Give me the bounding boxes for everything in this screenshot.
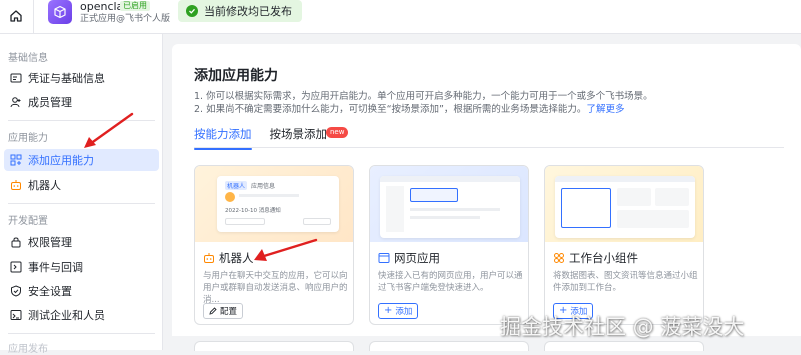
sidebar-group-basic: 基础信息: [8, 53, 48, 64]
publish-status-text: 当前修改均已发布: [204, 5, 292, 18]
preview-line: [239, 194, 299, 197]
preview-sidebar: [386, 186, 404, 232]
widget-preview: [545, 166, 703, 242]
sidebar-group-release: 应用发布: [8, 344, 48, 355]
publish-status-toast: 当前修改均已发布: [178, 0, 302, 22]
sidebar-item-security[interactable]: 安全设置: [4, 280, 159, 302]
annotation-arrow-card: [254, 238, 318, 261]
grid-add-icon: [10, 154, 22, 166]
top-bar: openclaw 已启用 正式应用@飞书个人版 当前修改均已发布: [0, 0, 801, 34]
preview-widget: [561, 188, 611, 228]
sidebar-item-label: 凭证与基础信息: [28, 72, 105, 85]
sidebar-item-label: 机器人: [28, 179, 61, 192]
sidebar-item-label: 测试企业和人员: [28, 309, 105, 322]
webpage-preview: [370, 166, 528, 242]
preview-tile: [617, 210, 689, 228]
capability-card-widget[interactable]: 工作台小组件 将数据图表、图文资讯等信息通过小组件添加到工作台。 + 添加: [544, 165, 704, 325]
widget-icon: [553, 252, 565, 264]
preview-input: [225, 218, 265, 225]
member-icon: [10, 96, 22, 108]
capability-name: 工作台小组件: [569, 251, 638, 265]
robot-icon: [203, 252, 215, 264]
preview-window: [555, 176, 695, 238]
event-icon: [10, 261, 22, 273]
sidebar-item-events[interactable]: 事件与回调: [4, 256, 159, 278]
top-divider: [33, 0, 34, 34]
test-icon: [10, 309, 22, 321]
sidebar-item-permissions[interactable]: 权限管理: [4, 231, 159, 253]
robot-preview: 机器人 应用信息 2022-10-10 消息通知: [195, 166, 353, 242]
watermark: 掘金技术社区 @ 菠菜没大: [500, 315, 745, 339]
app-status-badge: 已启用: [120, 1, 150, 11]
preview-tile: [655, 188, 689, 206]
lock-icon: [10, 236, 22, 248]
app-logo: [48, 0, 72, 24]
home-icon: [10, 10, 22, 22]
tabs-underline: [194, 147, 784, 148]
preview-tile: [617, 188, 651, 206]
preview-tag: 机器人: [225, 181, 248, 190]
sidebar-item-robot[interactable]: 机器人: [4, 174, 159, 196]
add-webpage-button[interactable]: + 添加: [378, 303, 419, 319]
sidebar-item-label: 权限管理: [28, 236, 72, 249]
plus-icon: +: [384, 305, 393, 316]
sidebar-item-add-capability[interactable]: 添加应用能力: [4, 149, 159, 171]
capability-description: 快速接入已有的网页应用，用户可以通过飞书客户端免登快速进入。: [378, 271, 523, 293]
home-button[interactable]: [6, 6, 26, 26]
preview-line: [410, 216, 480, 219]
sidebar: 基础信息 凭证与基础信息 成员管理 应用能力 添加应用能力 机器人 开发配置 权…: [0, 34, 163, 355]
preview-titlebar: [380, 176, 520, 182]
sidebar-item-label: 安全设置: [28, 285, 72, 298]
help-note-1: 1. 你可以根据实际需求，为应用开启能力。单个应用可开启多种能力，一个能力可用于…: [194, 91, 653, 102]
check-circle-icon: [186, 5, 198, 17]
configure-button[interactable]: 配置: [203, 303, 244, 319]
sidebar-item-label: 成员管理: [28, 96, 72, 109]
capability-name: 网页应用: [394, 251, 440, 265]
id-card-icon: [10, 72, 22, 84]
sidebar-item-credentials[interactable]: 凭证与基础信息: [4, 67, 159, 89]
help-note-2: 2. 如果尚不确定需要添加什么能力，可切换至“按场景添加”，根据所需的业务场景选…: [194, 101, 624, 115]
app-description: 正式应用@飞书个人版: [80, 14, 171, 24]
preview-label: 应用信息: [251, 183, 276, 190]
preview-titlebar: [555, 176, 695, 182]
robot-icon: [10, 179, 22, 191]
add-button-label: 添加: [395, 307, 413, 317]
preview-line: [410, 208, 500, 211]
webpage-icon: [378, 252, 390, 264]
help-note-2-text: 2. 如果尚不确定需要添加什么能力，可切换至“按场景添加”，根据所需的业务场景选…: [194, 104, 587, 115]
cube-icon: [54, 5, 66, 19]
sidebar-item-label: 添加应用能力: [28, 154, 94, 167]
edit-icon: [209, 307, 217, 315]
preview-button: [303, 218, 331, 225]
sidebar-item-test-users[interactable]: 测试企业和人员: [4, 304, 159, 326]
page-title: 添加应用能力: [194, 68, 278, 84]
sidebar-divider: [8, 333, 155, 334]
learn-more-link[interactable]: 了解更多: [586, 104, 624, 115]
preview-input: [410, 188, 458, 202]
preview-window: [380, 176, 520, 238]
capability-card-webpage[interactable]: 网页应用 快速接入已有的网页应用，用户可以通过飞书客户端免登快速进入。 + 添加: [369, 165, 529, 325]
main-panel: 添加应用能力 1. 你可以根据实际需求，为应用开启能力。单个应用可开启多种能力，…: [172, 44, 801, 350]
sidebar-item-label: 事件与回调: [28, 261, 83, 274]
sidebar-group-capabilities: 应用能力: [8, 133, 48, 144]
new-badge: new: [326, 127, 349, 138]
annotation-arrow-sidebar: [84, 112, 134, 148]
preview-date: 2022-10-10 消息通知: [225, 208, 281, 214]
capability-description: 将数据图表、图文资讯等信息通过小组件添加到工作台。: [553, 271, 698, 293]
configure-button-label: 配置: [220, 307, 238, 317]
sidebar-divider: [8, 203, 155, 204]
capability-name: 机器人: [219, 251, 254, 265]
capability-description: 与用户在聊天中交互的应用，它可以向用户或群聊自动发送消息、响应用户的消...: [203, 271, 348, 305]
shield-icon: [10, 285, 22, 297]
preview-window: 机器人 应用信息 2022-10-10 消息通知: [217, 176, 339, 232]
preview-avatar: [225, 192, 235, 202]
sidebar-group-dev-config: 开发配置: [8, 216, 48, 227]
